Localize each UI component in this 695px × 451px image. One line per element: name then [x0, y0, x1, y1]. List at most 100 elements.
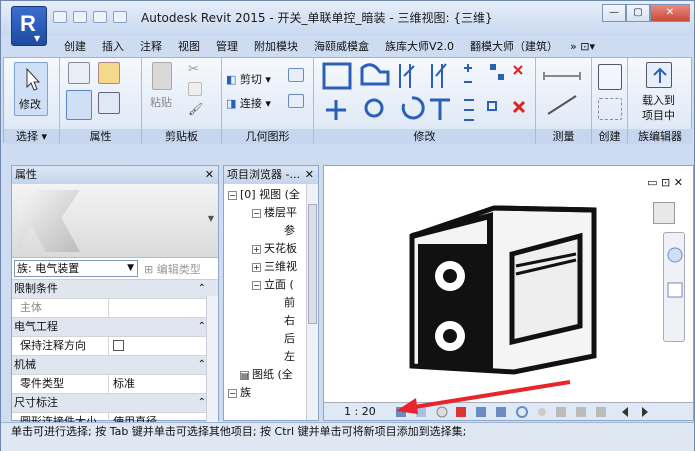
- collapse-icon: −: [228, 190, 237, 200]
- family-category-icon[interactable]: [98, 62, 120, 84]
- scrollbar-thumb[interactable]: [308, 204, 317, 324]
- type-selector-row: 族: 电气装置 ▼ ⊞ 编辑类型: [12, 258, 218, 280]
- property-name: 主体: [20, 301, 42, 314]
- panel-properties: 属性: [60, 58, 142, 144]
- modify-tools-icons[interactable]: [318, 60, 532, 126]
- close-button[interactable]: ✕: [650, 4, 690, 22]
- create-component-icon[interactable]: [598, 64, 622, 90]
- tree-item-elevations[interactable]: − 立面 (: [252, 276, 294, 294]
- navigation-bar[interactable]: [663, 232, 685, 342]
- tab-fanmo[interactable]: 翻模大师（建筑）: [462, 38, 566, 56]
- tab-haiyi[interactable]: 海颐威模盒: [306, 38, 377, 56]
- load-into-project-icon[interactable]: [646, 62, 672, 88]
- view-cube-icon[interactable]: [653, 202, 675, 224]
- cut-geometry-button[interactable]: ◧ 剪切 ▾: [226, 71, 271, 87]
- tree-item-left[interactable]: 左: [284, 348, 295, 366]
- properties-scrollbar[interactable]: [206, 296, 218, 422]
- group-electrical[interactable]: 电气工程 ⌃: [12, 318, 218, 337]
- property-value[interactable]: 标准: [108, 375, 198, 393]
- tree-label: 图纸 (全: [252, 368, 293, 381]
- paint-icon[interactable]: [288, 94, 304, 108]
- view-scale[interactable]: 1 : 20: [344, 405, 376, 418]
- tab-manage[interactable]: 管理: [208, 38, 246, 56]
- match-properties-icon[interactable]: 🖌: [188, 102, 203, 116]
- collapse-icon: ⌃: [197, 397, 206, 408]
- panel-family-editor: 载入到 项目中 族编辑器: [628, 58, 692, 144]
- group-constraints[interactable]: 限制条件 ⌃: [12, 280, 218, 299]
- tree-item-3d-views[interactable]: + 三维视: [252, 258, 297, 276]
- expand-icon: +: [252, 262, 261, 272]
- keep-annotation-checkbox[interactable]: [113, 340, 124, 351]
- tree-label: 右: [284, 314, 295, 327]
- property-name: 保持注释方向: [20, 339, 86, 352]
- browser-title: 项目浏览器 -...: [227, 168, 300, 181]
- family-type-select[interactable]: 族: 电气装置 ▼: [14, 260, 138, 277]
- paste-icon[interactable]: [152, 62, 172, 90]
- drawing-area-3d[interactable]: ▭ ⊡ ✕ 1 : 20: [323, 165, 694, 421]
- family-types-icon[interactable]: [68, 62, 90, 84]
- tree-item-ref-level[interactable]: 参: [284, 222, 295, 240]
- edit-type-button[interactable]: ⊞ 编辑类型: [144, 261, 201, 277]
- modify-button[interactable]: 修改: [14, 62, 48, 116]
- create-group-icon[interactable]: [598, 98, 622, 120]
- browser-header: 项目浏览器 -... ✕: [224, 166, 318, 184]
- tree-item-families[interactable]: − 族: [228, 384, 251, 402]
- property-value[interactable]: [108, 299, 198, 317]
- group-dimensions[interactable]: 尺寸标注 ⌃: [12, 394, 218, 413]
- redo-icon[interactable]: [113, 11, 127, 23]
- view-window-controls[interactable]: ▭ ⊡ ✕: [647, 176, 683, 189]
- copy-icon[interactable]: [188, 82, 202, 96]
- tab-family-library[interactable]: 族库大师V2.0: [377, 38, 462, 56]
- tree-item-sheets[interactable]: ▤ 图纸 (全: [240, 366, 293, 384]
- properties-title: 属性: [15, 168, 37, 181]
- collapse-icon: ⌃: [197, 283, 206, 294]
- tree-label: 楼层平: [264, 206, 297, 219]
- property-value: [108, 337, 198, 355]
- tab-annotate[interactable]: 注释: [132, 38, 170, 56]
- tab-insert[interactable]: 插入: [94, 38, 132, 56]
- revit-window: R ▼ Autodesk Revit 2015 - 开关_单联单控_暗装 - 三…: [0, 0, 695, 451]
- tree-label: 后: [284, 332, 295, 345]
- save-icon[interactable]: [73, 11, 87, 23]
- navigation-wheel-icon: [667, 247, 683, 298]
- close-icon[interactable]: ✕: [205, 166, 214, 184]
- group-mechanical[interactable]: 机械 ⌃: [12, 356, 218, 375]
- tree-item-front[interactable]: 前: [284, 294, 295, 312]
- application-menu-button[interactable]: R ▼: [11, 6, 47, 46]
- tree-item-right[interactable]: 右: [284, 312, 295, 330]
- tree-item-views[interactable]: − [0] 视图 (全: [228, 186, 300, 204]
- tab-addins[interactable]: 附加模块: [246, 38, 306, 56]
- type-properties-icon[interactable]: [98, 92, 120, 114]
- tabs-overflow-button[interactable]: » ⊡▾: [566, 38, 599, 56]
- cut-geometry-icon: ◧: [226, 73, 237, 86]
- split-face-icon[interactable]: [288, 68, 304, 82]
- red-arrow-annotation: [396, 380, 571, 414]
- measure-icon[interactable]: [542, 62, 586, 122]
- undo-icon[interactable]: [93, 11, 107, 23]
- browser-scrollbar[interactable]: [306, 184, 318, 420]
- load-into-label-2[interactable]: 项目中: [642, 107, 675, 123]
- edit-type-icon: ⊞: [144, 263, 154, 276]
- tab-view[interactable]: 视图: [170, 38, 208, 56]
- tree-label: 天花板: [264, 242, 297, 255]
- properties-button[interactable]: [66, 90, 92, 120]
- join-geometry-button[interactable]: ◨ 连接 ▾: [226, 95, 271, 111]
- open-icon[interactable]: [53, 11, 67, 23]
- tree-item-ceiling-plans[interactable]: + 天花板: [252, 240, 297, 258]
- tree-item-floor-plans[interactable]: − 楼层平: [252, 204, 297, 222]
- tree-label: 立面 (: [264, 278, 294, 291]
- property-row: 保持注释方向: [12, 337, 218, 356]
- close-icon[interactable]: ✕: [305, 166, 314, 184]
- chevron-down-icon[interactable]: ▼: [208, 214, 214, 223]
- tab-create[interactable]: 创建: [56, 38, 94, 56]
- panel-geometry: ◧ 剪切 ▾ ◨ 连接 ▾ 几何图形: [222, 58, 314, 144]
- minimize-button[interactable]: —: [602, 4, 626, 22]
- panel-modify: 修改: [314, 58, 536, 144]
- cut-clipboard-icon[interactable]: ✂: [188, 62, 202, 77]
- load-into-label-1[interactable]: 载入到: [642, 92, 675, 108]
- maximize-button[interactable]: ▢: [626, 4, 650, 22]
- tree-label: 前: [284, 296, 295, 309]
- panel-clipboard-label: 剪贴板: [142, 129, 221, 144]
- panel-select-label[interactable]: 选择 ▾: [4, 129, 59, 144]
- tree-item-back[interactable]: 后: [284, 330, 295, 348]
